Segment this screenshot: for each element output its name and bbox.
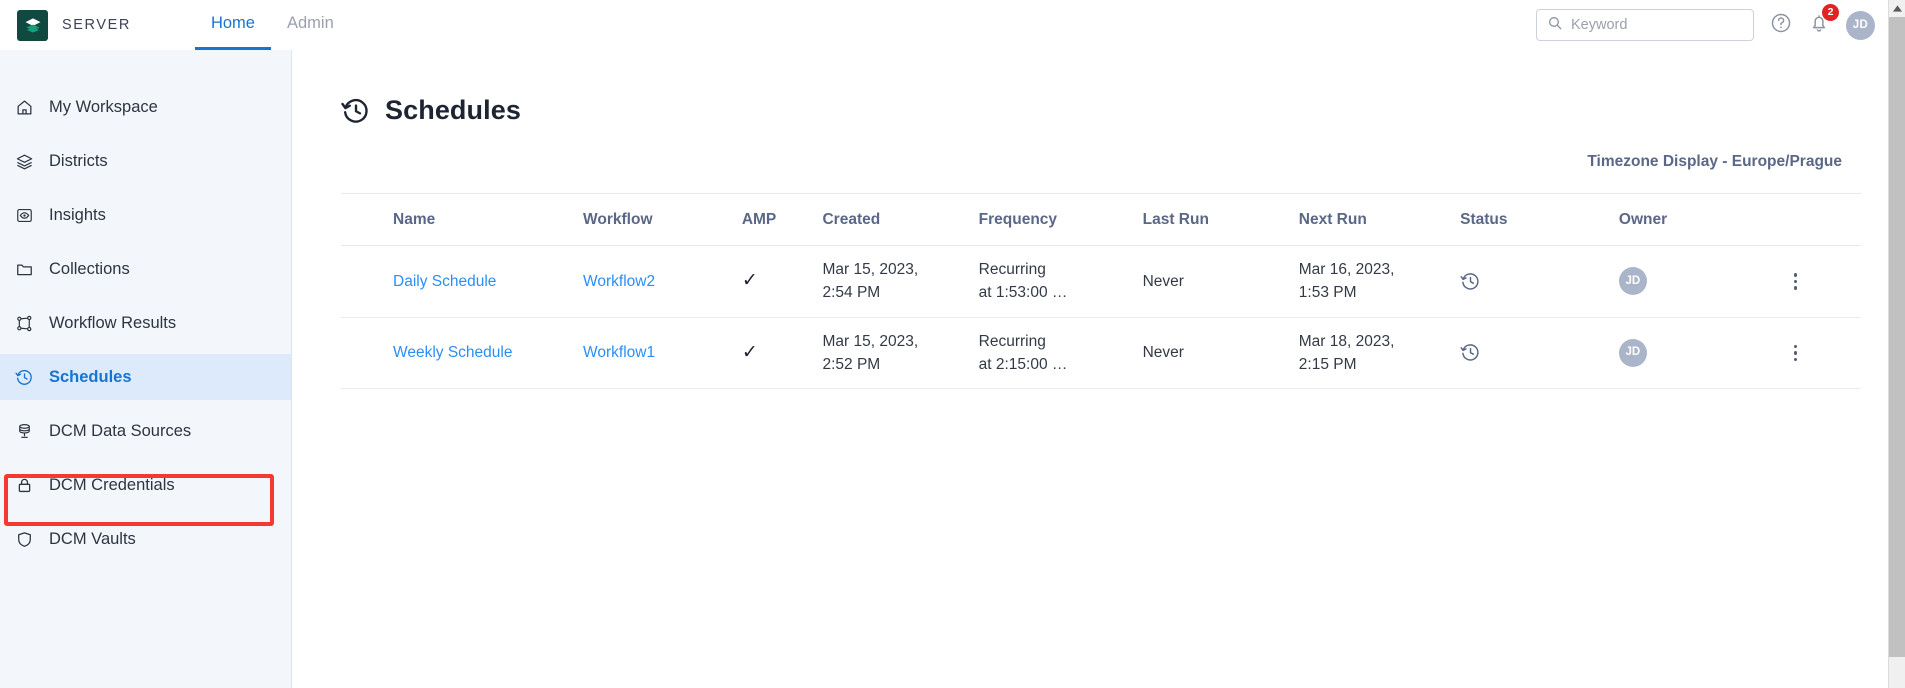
page-header: Schedules — [292, 50, 1905, 126]
sidebar-item-label: DCM Vaults — [49, 529, 136, 548]
frequency-value: Recurring at 1:53:00 … — [978, 261, 1068, 302]
table-header: Name Workflow AMP Created Frequency Last… — [341, 193, 1861, 246]
last-run-value: Never — [1142, 344, 1184, 362]
history-clock-icon[interactable] — [1460, 271, 1619, 292]
column-header-name[interactable]: Name — [341, 193, 584, 246]
lock-icon — [15, 476, 41, 495]
kebab-menu-icon[interactable] — [1785, 273, 1805, 290]
column-header-workflow[interactable]: Workflow — [583, 193, 742, 246]
page-body: My Workspace Districts Insights Collecti… — [0, 50, 1905, 688]
sidebar-item-dcm-credentials[interactable]: DCM Credentials — [0, 462, 291, 508]
owner-avatar[interactable]: JD — [1618, 338, 1647, 367]
history-clock-icon[interactable] — [1460, 342, 1619, 363]
amp-check-icon: ✓ — [741, 270, 758, 291]
last-run-value: Never — [1142, 272, 1184, 290]
sidebar-item-collections[interactable]: Collections — [0, 246, 291, 292]
brand-logo-area[interactable]: SERVER — [0, 9, 131, 41]
sidebar-item-label: Insights — [49, 205, 106, 224]
timezone-display-label: Timezone Display - Europe/Prague — [1587, 153, 1842, 170]
notification-count-badge: 2 — [1822, 3, 1839, 21]
tab-admin[interactable]: Admin — [271, 0, 350, 50]
search-icon — [1547, 15, 1563, 36]
sidebar-item-label: Collections — [49, 259, 130, 278]
user-avatar[interactable]: JD — [1846, 10, 1875, 40]
tab-home[interactable]: Home — [194, 0, 271, 50]
created-value: Mar 15, 2023, 2:54 PM — [822, 261, 919, 302]
column-header-status[interactable]: Status — [1460, 193, 1619, 246]
kebab-menu-icon[interactable] — [1785, 344, 1805, 361]
workflow-nodes-icon — [15, 314, 41, 333]
notifications-button[interactable]: 2 — [1808, 3, 1839, 39]
help-button[interactable] — [1770, 12, 1792, 39]
sidebar-item-workflow-results[interactable]: Workflow Results — [0, 300, 291, 346]
sidebar-item-label: Districts — [49, 151, 108, 170]
column-header-actions — [1785, 193, 1861, 246]
sidebar-item-schedules[interactable]: Schedules — [0, 354, 291, 400]
schedule-name-link[interactable]: Weekly Schedule — [393, 344, 512, 361]
table-row[interactable]: Weekly Schedule Workflow1 ✓ Mar 15, 2023… — [341, 317, 1861, 389]
page-title: Schedules — [385, 95, 521, 125]
sidebar-item-dcm-data-sources[interactable]: DCM Data Sources — [0, 408, 291, 454]
history-clock-icon — [341, 96, 371, 126]
created-value: Mar 15, 2023, 2:52 PM — [822, 332, 919, 373]
sidebar-item-label: DCM Data Sources — [49, 421, 192, 440]
amp-check-icon: ✓ — [741, 341, 758, 363]
column-header-next-run[interactable]: Next Run — [1298, 193, 1461, 246]
schedules-table-wrapper: Name Workflow AMP Created Frequency Last… — [292, 193, 1905, 389]
table-body: Daily Schedule Workflow2 ✓ Mar 15, 2023,… — [341, 245, 1861, 389]
sidebar-item-label: DCM Credentials — [49, 475, 175, 494]
shield-icon — [15, 530, 41, 549]
schedules-table: Name Workflow AMP Created Frequency Last… — [341, 193, 1861, 389]
sidebar-item-label: Schedules — [49, 367, 132, 386]
sidebar-item-label: My Workspace — [49, 97, 158, 116]
folder-icon — [15, 260, 41, 279]
column-header-amp[interactable]: AMP — [741, 193, 823, 246]
scrollbar-thumb[interactable] — [1889, 17, 1905, 657]
database-icon — [15, 422, 41, 441]
main-nav-tabs: Home Admin — [194, 0, 350, 50]
question-circle-icon — [1770, 12, 1792, 39]
search-input[interactable] — [1571, 17, 1743, 33]
layers-icon — [15, 152, 41, 171]
top-navigation-bar: SERVER Home Admin Keyword 2 JD — [0, 0, 1905, 50]
vertical-scrollbar[interactable] — [1888, 0, 1905, 688]
table-header-row: Name Workflow AMP Created Frequency Last… — [341, 193, 1861, 246]
sidebar-item-districts[interactable]: Districts — [0, 138, 291, 184]
next-run-value: Mar 16, 2023, 1:53 PM — [1298, 261, 1395, 302]
workflow-link[interactable]: Workflow2 — [583, 273, 655, 290]
left-sidebar: My Workspace Districts Insights Collecti… — [0, 50, 292, 688]
sidebar-item-label: Workflow Results — [49, 313, 177, 332]
sidebar-item-my-workspace[interactable]: My Workspace — [0, 84, 291, 130]
eye-square-icon — [15, 206, 41, 225]
layers-stack-icon — [17, 9, 48, 41]
workflow-link[interactable]: Workflow1 — [583, 344, 655, 361]
schedule-name-link[interactable]: Daily Schedule — [393, 273, 496, 290]
table-row[interactable]: Daily Schedule Workflow2 ✓ Mar 15, 2023,… — [341, 245, 1861, 318]
history-clock-icon — [15, 368, 41, 387]
app-root: SERVER Home Admin Keyword 2 JD My Worksp… — [0, 0, 1905, 688]
frequency-value: Recurring at 2:15:00 … — [978, 332, 1068, 373]
search-box[interactable] — [1536, 9, 1754, 41]
owner-avatar[interactable]: JD — [1618, 267, 1647, 296]
sidebar-item-dcm-vaults[interactable]: DCM Vaults — [0, 516, 291, 562]
brand-name: SERVER — [62, 17, 131, 33]
column-header-last-run[interactable]: Last Run — [1142, 193, 1299, 246]
home-icon — [15, 98, 41, 117]
top-bar-right-controls: 2 JD — [1536, 3, 1905, 41]
sidebar-item-insights[interactable]: Insights — [0, 192, 291, 238]
column-header-frequency[interactable]: Frequency — [978, 193, 1143, 246]
column-header-owner[interactable]: Owner — [1618, 193, 1786, 246]
main-content: Schedules Timezone Display - Europe/Prag… — [292, 50, 1905, 688]
column-header-created[interactable]: Created — [822, 193, 979, 246]
scroll-up-arrow-icon[interactable] — [1889, 0, 1905, 17]
next-run-value: Mar 18, 2023, 2:15 PM — [1298, 332, 1395, 373]
